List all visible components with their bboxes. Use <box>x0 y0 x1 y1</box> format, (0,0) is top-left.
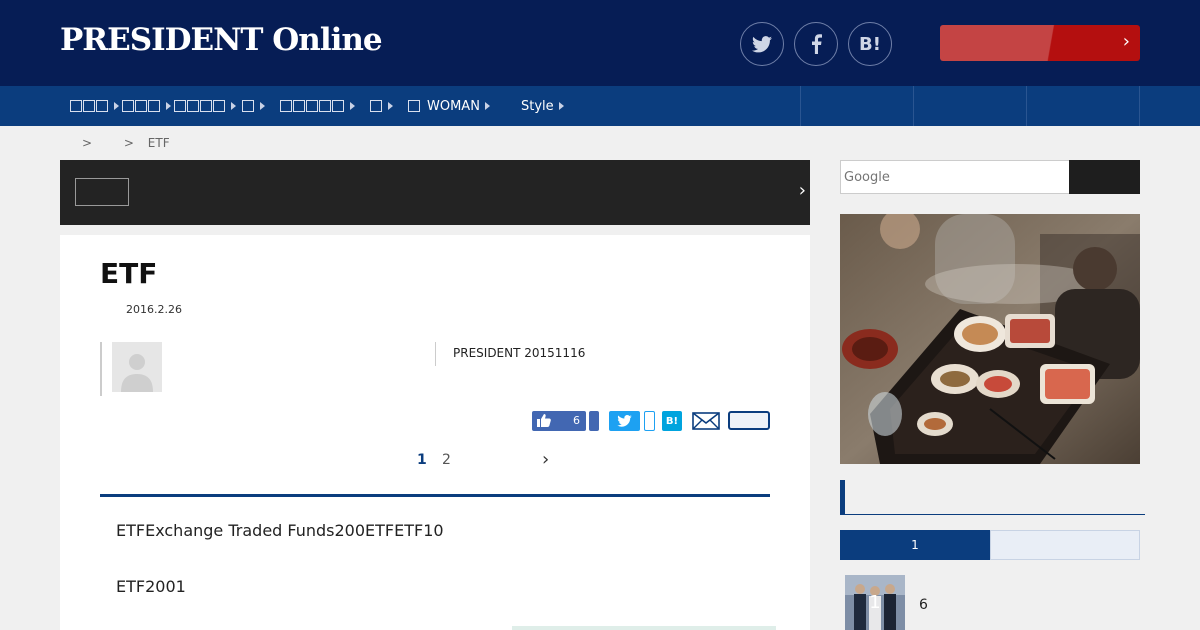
chevron-right-icon: › <box>798 180 806 201</box>
caret-right-icon <box>231 102 236 110</box>
page-1-link[interactable]: 1 <box>417 452 427 468</box>
airline-meal-photo <box>840 214 1140 464</box>
twitter-icon <box>617 415 632 427</box>
magazine-source: PRESIDENT 20151116 <box>453 346 586 360</box>
hatena-bookmark-share-button[interactable]: B! <box>662 411 682 431</box>
nav-item-2[interactable] <box>122 86 171 126</box>
ranking-thumbnail: 1 <box>845 575 905 630</box>
ranking-list-item[interactable]: 1 6 <box>845 575 1145 630</box>
chevron-right-icon[interactable]: › <box>542 449 549 470</box>
breadcrumb-current[interactable]: ETF <box>148 136 170 150</box>
search-button[interactable] <box>1069 160 1140 194</box>
article-paragraph: ETF2001 <box>116 577 186 596</box>
nav-item-style[interactable]: Style <box>521 86 564 126</box>
facebook-icon <box>811 34 822 54</box>
hatena-icon: B! <box>665 415 679 427</box>
nav-item-5[interactable] <box>280 86 355 126</box>
thumbs-up-icon <box>537 414 551 427</box>
nav-item-1[interactable] <box>70 86 119 126</box>
article-date: 2016.2.26 <box>126 303 182 316</box>
caret-right-icon <box>260 102 265 110</box>
nav-item-6[interactable] <box>370 86 393 126</box>
page-2-link[interactable]: 2 <box>442 452 451 468</box>
facebook-like-button[interactable]: 6 <box>532 411 586 431</box>
article-card: ETF 2016.2.26 PRESIDENT 20151116 6 B! 1 … <box>60 235 810 630</box>
article-image <box>512 626 776 630</box>
like-count: 6 <box>573 414 580 427</box>
google-search-input[interactable] <box>840 160 1070 194</box>
nav-item-3[interactable] <box>174 86 236 126</box>
caret-right-icon <box>388 102 393 110</box>
facebook-share-button[interactable] <box>794 22 838 66</box>
caret-right-icon <box>166 102 171 110</box>
article-paragraph: ETFExchange Traded Funds200ETFETF10 <box>116 521 444 540</box>
tweet-button[interactable] <box>609 411 640 431</box>
banner-label-box <box>75 178 129 206</box>
header-cta-button[interactable]: › <box>940 25 1140 61</box>
save-article-button[interactable] <box>728 411 770 430</box>
main-nav: WOMAN Style <box>0 86 1200 126</box>
ranking-header <box>840 480 1145 515</box>
site-logo[interactable]: PRESIDENT Online <box>60 22 383 58</box>
twitter-share-button[interactable] <box>740 22 784 66</box>
nav-item-4[interactable] <box>242 86 265 126</box>
tweet-count-tab[interactable] <box>644 411 655 431</box>
ranking-tab-1[interactable]: 1 <box>840 530 990 560</box>
mail-icon[interactable] <box>692 412 720 430</box>
ranking-tab-2[interactable] <box>990 530 1140 560</box>
hatena-icon: B! <box>859 33 881 55</box>
author-avatar[interactable] <box>112 342 162 392</box>
facebook-share-tab[interactable] <box>589 411 599 431</box>
caret-right-icon <box>484 102 490 110</box>
breadcrumb: > > ETF <box>82 136 170 150</box>
caret-right-icon <box>350 102 355 110</box>
chevron-right-icon: › <box>1122 31 1130 52</box>
sidebar-ad-image[interactable] <box>840 214 1140 464</box>
caret-right-icon <box>114 102 119 110</box>
caret-right-icon <box>558 102 564 110</box>
ranking-number: 1 <box>869 592 881 613</box>
hatena-bookmark-button[interactable]: B! <box>848 22 892 66</box>
article-title: ETF <box>100 257 158 290</box>
ranking-item-title: 6 <box>919 597 928 613</box>
site-header: PRESIDENT Online B! › <box>0 0 1200 86</box>
twitter-icon <box>752 35 772 52</box>
nav-item-woman[interactable]: WOMAN <box>408 86 490 126</box>
promo-banner[interactable]: › <box>60 160 810 225</box>
content-divider <box>100 494 770 497</box>
person-icon <box>121 354 153 392</box>
